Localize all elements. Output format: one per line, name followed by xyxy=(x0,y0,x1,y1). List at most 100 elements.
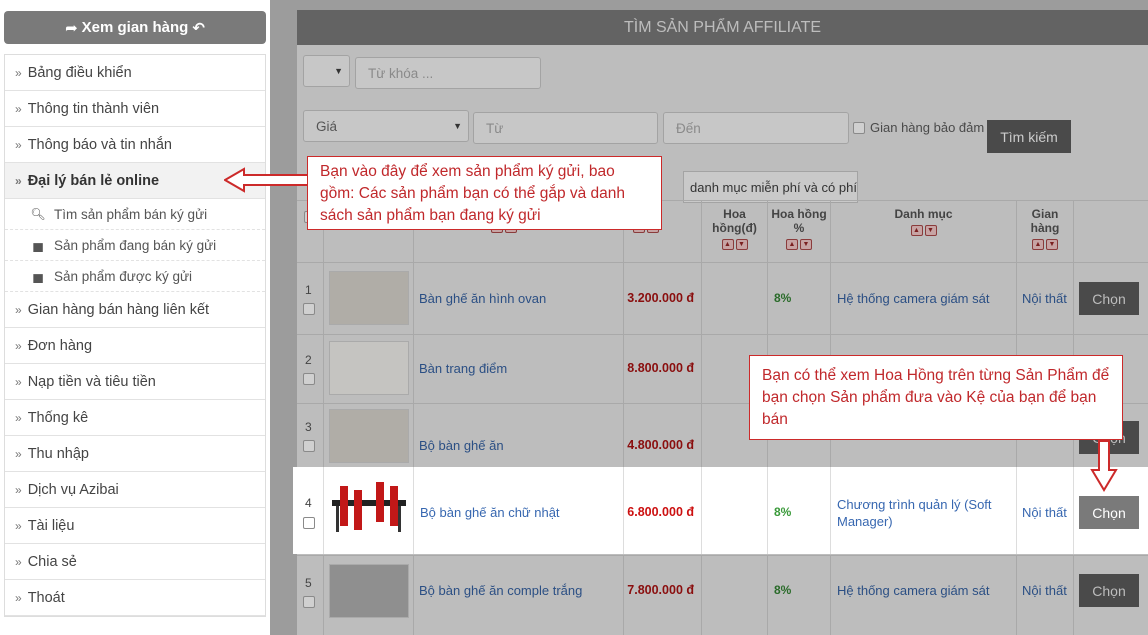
commission-pct: 8% xyxy=(774,505,792,519)
sidebar-item-label: Thu nhập xyxy=(27,445,89,462)
select-button[interactable]: Chọn xyxy=(1079,282,1139,315)
commission-pct: 8% xyxy=(774,291,792,305)
sidebar-item-logout[interactable]: » Thoát xyxy=(5,580,265,616)
product-price: 7.800.000 đ xyxy=(627,583,694,597)
keyword-input[interactable]: Từ khóa ... xyxy=(355,57,541,89)
sidebar-item-label: Chia sẻ xyxy=(27,553,77,570)
sidebar-item-statistics[interactable]: » Thống kê xyxy=(5,400,265,436)
sidebar-item-dashboard[interactable]: » Bảng điều khiển xyxy=(5,55,265,91)
product-thumbnail[interactable] xyxy=(329,564,409,618)
view-store-button[interactable]: ➦ Xem gian hàng ↶ xyxy=(4,11,266,44)
price-from-input[interactable]: Từ xyxy=(473,112,658,144)
select-button[interactable]: Chọn xyxy=(1079,574,1139,607)
chevron-right-icon: » xyxy=(15,101,22,116)
sidebar-item-label: Dịch vụ Azibai xyxy=(27,481,119,498)
price-select[interactable]: Giá ▼ xyxy=(303,110,469,142)
search-icon: 🔍︎ xyxy=(30,207,46,221)
sidebar-item-label: Bảng điều khiển xyxy=(27,64,132,81)
product-name-link[interactable]: Bàn trang điểm xyxy=(419,361,507,376)
price-to-input[interactable]: Đến xyxy=(663,112,849,144)
product-name-link[interactable]: Bộ bàn ghế ăn chữ nhật xyxy=(420,505,560,520)
sidebar-item-documents[interactable]: » Tài liệu xyxy=(5,508,265,544)
bag-icon: ▅ xyxy=(33,238,43,252)
chevron-right-icon: » xyxy=(15,338,22,353)
sidebar-item-member-info[interactable]: » Thông tin thành viên xyxy=(5,91,265,127)
row-checkbox[interactable] xyxy=(303,596,315,608)
row-number: 5 xyxy=(305,576,312,590)
product-thumbnail[interactable] xyxy=(329,409,409,463)
callout-right: Bạn có thể xem Hoa Hồng trên từng Sản Ph… xyxy=(749,355,1123,440)
submenu-consigned-products[interactable]: ▅ Sản phẩm được ký gửi xyxy=(5,261,265,292)
category-link[interactable]: Chương trình quản lý (Soft Manager) xyxy=(837,496,1009,530)
sidebar-item-label: Thông báo và tin nhắn xyxy=(27,136,172,153)
product-thumbnail[interactable] xyxy=(329,271,409,325)
row-number: 3 xyxy=(305,420,312,434)
sidebar-item-topup[interactable]: » Nạp tiền và tiêu tiền xyxy=(5,364,265,400)
sort-asc-icon[interactable]: ▲ xyxy=(721,239,734,250)
chevron-right-icon: » xyxy=(15,374,22,389)
select-button[interactable]: Chọn xyxy=(1079,496,1139,529)
product-price: 6.800.000 đ xyxy=(627,505,694,519)
row-checkbox[interactable] xyxy=(303,373,315,385)
submenu-label: Tìm sản phẩm bán ký gửi xyxy=(54,206,208,222)
sidebar-item-label: Tài liệu xyxy=(27,517,75,534)
guarantee-checkbox[interactable] xyxy=(853,121,865,134)
col-commission-amount: Hoa hồng(đ) xyxy=(712,207,757,235)
guarantee-label: Gian hàng bảo đảm xyxy=(870,120,985,135)
sidebar-item-azibai-services[interactable]: » Dịch vụ Azibai xyxy=(5,472,265,508)
sort-desc-icon[interactable]: ▼ xyxy=(735,239,748,250)
col-store: Gian hàng xyxy=(1030,207,1060,235)
reply-back-icon: ↶ xyxy=(192,19,205,37)
category-filter-button[interactable]: danh mục miễn phí và có phí xyxy=(683,171,858,203)
sort-asc-icon[interactable]: ▲ xyxy=(1032,239,1044,250)
store-link[interactable]: Nội thất xyxy=(1022,583,1067,598)
sidebar-menu: » Bảng điều khiển » Thông tin thành viên »… xyxy=(4,54,266,617)
submenu-label: Sản phẩm được ký gửi xyxy=(54,268,192,284)
product-price: 3.200.000 đ xyxy=(627,291,694,305)
chevron-right-icon: » xyxy=(15,137,22,152)
store-link[interactable]: Nội thất xyxy=(1022,291,1067,306)
product-name-link[interactable]: Bộ bàn ghế ăn comple trắng xyxy=(419,583,582,598)
sidebar-item-share[interactable]: » Chia sẻ xyxy=(5,544,265,580)
category-link[interactable]: Hệ thống camera giám sát xyxy=(837,291,989,306)
chevron-right-icon: » xyxy=(15,482,22,497)
sort-asc-icon[interactable]: ▲ xyxy=(786,239,798,250)
sort-desc-icon[interactable]: ▼ xyxy=(924,225,937,236)
table-row-highlighted: 4 Bộ bàn ghế ăn chữ nhật 6.800.000 đ 8% … xyxy=(293,467,1148,554)
sidebar: ➦ Xem gian hàng ↶ » Bảng điều khiển » Thôn… xyxy=(0,0,270,635)
category-select[interactable]: ▼ xyxy=(303,55,350,87)
sidebar-item-orders[interactable]: » Đơn hàng xyxy=(5,328,265,364)
sort-desc-icon[interactable]: ▼ xyxy=(1046,239,1058,250)
sort-desc-icon[interactable]: ▼ xyxy=(800,239,812,250)
sidebar-item-affiliate-store[interactable]: » Gian hàng bán hàng liên kết xyxy=(5,292,265,328)
commission-pct: 8% xyxy=(774,583,792,597)
search-button[interactable]: Tìm kiếm xyxy=(987,120,1071,153)
sidebar-item-label: Gian hàng bán hàng liên kết xyxy=(27,301,210,318)
store-link[interactable]: Nội thất xyxy=(1022,505,1067,520)
product-thumbnail[interactable] xyxy=(330,480,408,538)
dropdown-arrow-icon: ▼ xyxy=(334,66,343,76)
chevron-right-icon: » xyxy=(15,65,22,80)
table-row: 5 Bộ bàn ghế ăn comple trắng 7.800.000 đ… xyxy=(297,555,1148,635)
product-name-link[interactable]: Bộ bàn ghế ăn xyxy=(419,438,504,453)
submenu-find-consignment[interactable]: 🔍︎ Tìm sản phẩm bán ký gửi xyxy=(5,199,265,230)
row-checkbox[interactable] xyxy=(303,440,315,452)
row-checkbox[interactable] xyxy=(303,303,315,315)
price-select-value: Giá xyxy=(316,118,338,134)
sidebar-item-income[interactable]: » Thu nhập xyxy=(5,436,265,472)
chevron-right-icon: » xyxy=(15,590,22,605)
guarantee-filter[interactable]: Gian hàng bảo đảm xyxy=(853,120,984,135)
category-link[interactable]: Hệ thống camera giám sát xyxy=(837,583,989,598)
product-thumbnail[interactable] xyxy=(329,341,409,395)
sidebar-item-notifications[interactable]: » Thông báo và tin nhắn xyxy=(5,127,265,163)
sidebar-item-label: Thông tin thành viên xyxy=(27,100,160,117)
sort-asc-icon[interactable]: ▲ xyxy=(910,225,923,236)
product-name-link[interactable]: Bàn ghế ăn hình ovan xyxy=(419,291,546,306)
sidebar-item-label: Đại lý bán lẻ online xyxy=(27,172,160,189)
panel-title: TÌM SẢN PHẨM AFFILIATE xyxy=(297,10,1148,45)
col-commission-pct: Hoa hồng % xyxy=(771,207,827,235)
submenu-selling-consignment[interactable]: ▅ Sản phẩm đang bán ký gửi xyxy=(5,230,265,261)
chevron-right-icon: » xyxy=(15,554,22,569)
row-checkbox[interactable] xyxy=(303,517,315,529)
chevron-right-icon: » xyxy=(15,446,22,461)
